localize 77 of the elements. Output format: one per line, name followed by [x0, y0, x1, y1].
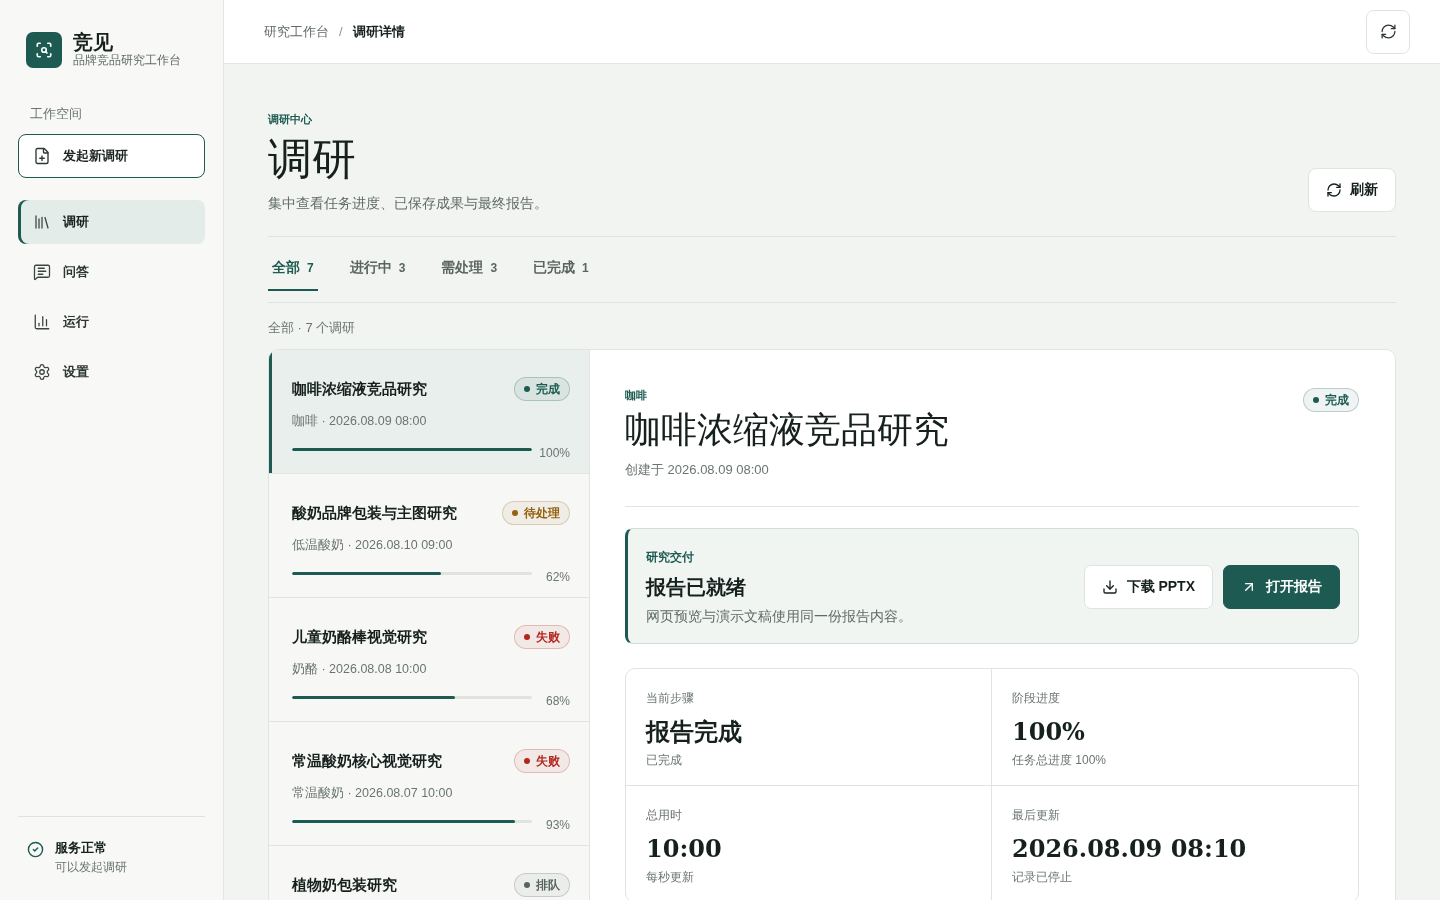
study-card[interactable]: 常温酸奶核心视觉研究 失败 常温酸奶 · 2026.08.07 10:00 93% [269, 722, 589, 846]
progress-percent: 93% [545, 818, 570, 832]
study-meta: 低温酸奶 · 2026.08.10 09:00 [292, 537, 453, 554]
stat-note: 任务总进度 100% [1012, 753, 1107, 767]
list-summary: 全部 · 7 个调研 [268, 320, 356, 336]
nav-item[interactable]: 设置 [18, 350, 205, 394]
nav-item[interactable]: 调研 [18, 200, 205, 244]
stat-value: 10:00 [646, 834, 722, 864]
study-card[interactable]: 儿童奶酪棒视觉研究 失败 奶酪 · 2026.08.08 10:00 68% [269, 598, 589, 722]
new-research-button[interactable]: 发起新调研 [18, 134, 205, 178]
stat-value: 100% [1012, 717, 1085, 747]
page-title: 调研 [268, 134, 356, 184]
library-icon [33, 213, 51, 231]
refresh-icon [1326, 182, 1342, 198]
study-title: 植物奶包装研究 [292, 876, 397, 894]
filter-tab[interactable]: 已完成 1 [529, 237, 593, 291]
file-plus-icon [33, 147, 51, 165]
breadcrumb-current: 调研详情 [352, 22, 405, 41]
stat-label: 阶段进度 [1012, 691, 1060, 705]
detail-category: 咖啡 [625, 388, 647, 402]
nav-item[interactable]: 运行 [18, 300, 205, 344]
study-card[interactable]: 咖啡浓缩液竞品研究 完成 咖啡 · 2026.08.09 08:00 100% [269, 350, 589, 474]
bar-chart-icon [33, 313, 51, 331]
download-icon [1101, 579, 1118, 595]
refresh-icon [1379, 23, 1397, 40]
refresh-button[interactable]: 刷新 [1308, 168, 1396, 212]
page-eyebrow: 调研中心 [268, 112, 312, 126]
status-label: 失败 [536, 754, 560, 768]
service-status-subtitle: 可以发起调研 [55, 859, 127, 876]
study-title: 酸奶品牌包装与主图研究 [292, 504, 457, 522]
study-title: 咖啡浓缩液竞品研究 [292, 380, 427, 398]
stat-value: 报告完成 [646, 717, 742, 747]
stat-note: 记录已停止 [1012, 870, 1072, 884]
created-date: 创建于 2026.08.09 08:00 [625, 462, 769, 478]
study-meta: 常温酸奶 · 2026.08.07 10:00 [292, 785, 453, 802]
download-button[interactable]: 下载 PPTX [1083, 565, 1213, 609]
stat-note: 已完成 [646, 753, 682, 767]
nav-item[interactable]: 问答 [18, 250, 205, 294]
progress-percent: 100% [539, 446, 570, 460]
study-meta: 奶酪 · 2026.08.08 10:00 [292, 661, 427, 678]
delivery-description: 网页预览与演示文稿使用同一份报告内容。 [646, 607, 912, 625]
logo-icon [26, 31, 62, 68]
stat-note: 每秒更新 [646, 870, 694, 884]
progress-percent: 62% [545, 570, 570, 584]
message-icon [33, 263, 51, 281]
stat-label: 总用时 [646, 808, 682, 822]
study-card[interactable]: 酸奶品牌包装与主图研究 待处理 低温酸奶 · 2026.08.10 09:00 62% [269, 474, 589, 598]
page-description: 集中查看任务进度、已保存成果与最终报告。 [268, 194, 548, 212]
study-card[interactable]: 植物奶包装研究 排队 [269, 846, 589, 900]
check-circle-icon [27, 841, 44, 858]
progress-percent: 68% [545, 694, 570, 708]
stat-label: 当前步骤 [646, 691, 694, 705]
status-label: 完成 [1325, 393, 1349, 407]
section-label: 工作空间 [30, 106, 82, 122]
study-title: 常温酸奶核心视觉研究 [292, 752, 442, 770]
service-status-title: 服务正常 [55, 840, 107, 857]
delivery-eyebrow: 研究交付 [646, 549, 694, 565]
filter-tab[interactable]: 全部 7 [268, 237, 318, 291]
status-label: 失败 [536, 630, 560, 644]
stat-value: 2026.08.09 08:10 [1012, 834, 1247, 864]
study-title: 儿童奶酪棒视觉研究 [292, 628, 427, 646]
refresh-button[interactable] [1366, 9, 1410, 54]
settings-icon [33, 363, 51, 381]
status-label: 完成 [536, 382, 560, 396]
filter-tab[interactable]: 需处理 3 [437, 237, 502, 291]
detail-title: 咖啡浓缩液竞品研究 [625, 408, 949, 452]
breadcrumb-separator: / [339, 24, 343, 39]
stat-label: 最后更新 [1012, 808, 1060, 822]
status-label: 排队 [536, 878, 560, 892]
filter-tab[interactable]: 进行中 3 [345, 237, 410, 291]
delivery-title: 报告已就绪 [646, 575, 746, 599]
study-meta: 咖啡 · 2026.08.09 08:00 [292, 413, 427, 430]
brand-tagline: 品牌竞品研究工作台 [73, 53, 181, 68]
brand-name: 竞见 [73, 31, 113, 53]
breadcrumb-link[interactable]: 研究工作台 [264, 22, 329, 41]
status-label: 待处理 [524, 506, 560, 520]
open-report-button[interactable]: 打开报告 [1223, 565, 1340, 609]
